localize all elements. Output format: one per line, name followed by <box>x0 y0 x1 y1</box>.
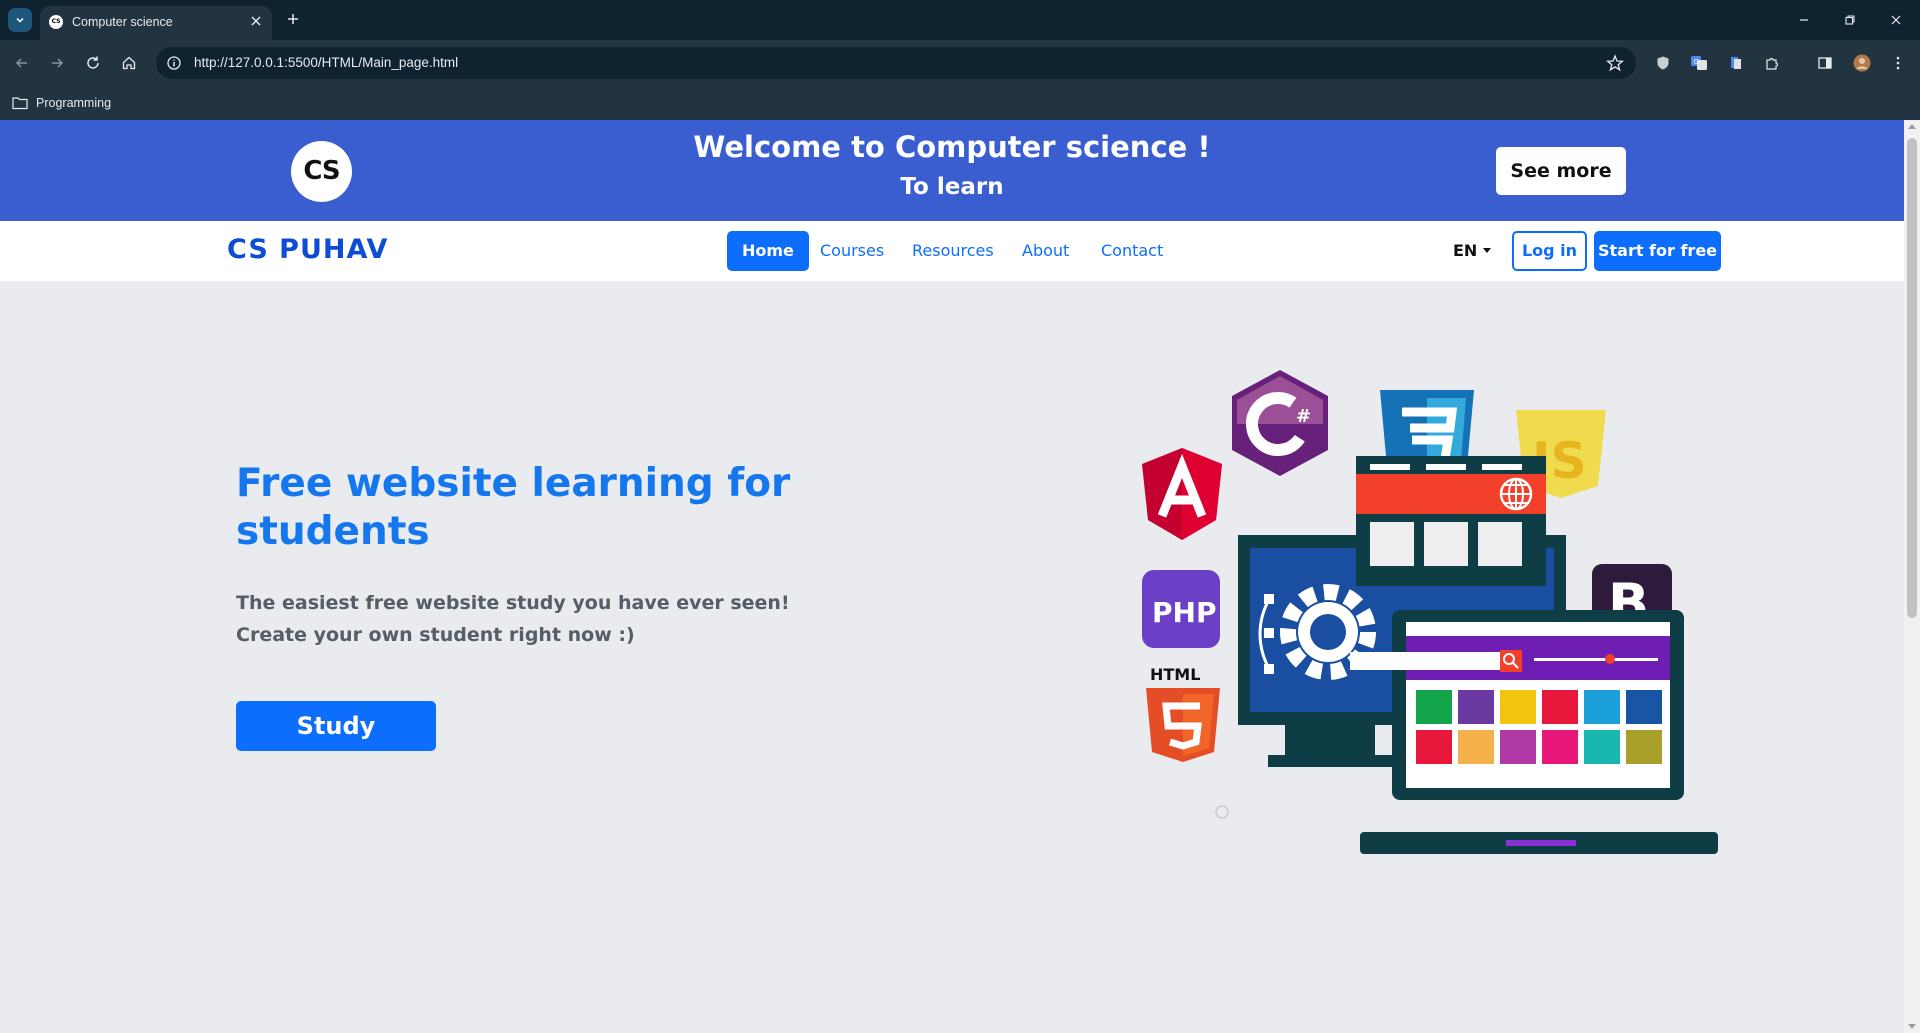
html5-logo-icon: HTML <box>1146 665 1220 762</box>
bookmark-folder-programming[interactable]: Programming <box>12 93 111 113</box>
login-button[interactable]: Log in <box>1512 231 1587 271</box>
browser-tab[interactable]: CS Computer science <box>40 6 272 40</box>
csharp-logo-icon: # <box>1232 370 1328 476</box>
see-more-button[interactable]: See more <box>1496 147 1626 195</box>
caret-down-icon <box>1483 248 1492 253</box>
bookmarks-bar: Programming <box>0 86 1920 120</box>
start-for-free-button[interactable]: Start for free <box>1594 231 1721 271</box>
welcome-banner: CS Welcome to Computer science ! To lear… <box>0 120 1904 221</box>
extension-translate-button[interactable]: G <box>1689 53 1709 73</box>
banner-subtitle: To learn <box>900 174 1004 200</box>
puzzle-icon <box>1766 57 1779 70</box>
brand-name[interactable]: CS PUHAV <box>227 234 388 265</box>
close-window-button[interactable] <box>1882 6 1910 34</box>
scrollbar-thumb[interactable] <box>1907 138 1917 618</box>
language-label: EN <box>1453 241 1478 260</box>
hero-title: Free website learning for students <box>236 461 791 554</box>
translate-icon: G <box>1691 56 1707 70</box>
globe-icon <box>1499 477 1533 511</box>
star-icon[interactable] <box>1606 54 1624 72</box>
close-icon <box>251 16 261 26</box>
page-scrollbar[interactable] <box>1904 120 1920 1033</box>
html-logo-text: HTML <box>1150 665 1200 684</box>
hero-line-1: The easiest free website study you have … <box>236 592 790 614</box>
minimize-button[interactable] <box>1790 6 1818 34</box>
study-button[interactable]: Study <box>236 701 436 751</box>
extension-docs-button[interactable] <box>1726 53 1746 73</box>
php-logo-icon: PHP <box>1142 570 1220 648</box>
hero-description: The easiest free website study you have … <box>236 587 796 651</box>
folder-icon <box>12 97 28 110</box>
tab-close-button[interactable] <box>248 13 264 29</box>
nav-item-home[interactable]: Home <box>727 231 809 271</box>
address-bar-url[interactable]: http://127.0.0.1:5500/HTML/Main_page.htm… <box>194 55 458 70</box>
restore-button[interactable] <box>1836 6 1864 34</box>
loading-ring-icon <box>1215 805 1229 819</box>
info-icon[interactable] <box>166 55 182 71</box>
plus-icon <box>288 14 298 24</box>
chevron-down-icon <box>16 17 24 23</box>
scroll-up-arrow-icon[interactable] <box>1908 124 1916 129</box>
profile-button[interactable] <box>1852 53 1872 73</box>
nav-item-contact[interactable]: Contact <box>1086 231 1178 271</box>
browser-tab-strip: CS Computer science <box>0 0 1920 40</box>
nav-item-courses[interactable]: Courses <box>805 231 899 271</box>
extensions-button[interactable] <box>1762 53 1782 73</box>
language-dropdown[interactable]: EN <box>1453 241 1492 260</box>
banner-title: Welcome to Computer science ! <box>693 130 1211 164</box>
extension-shield-button[interactable] <box>1653 53 1673 73</box>
side-panel-button[interactable] <box>1815 53 1835 73</box>
reload-button[interactable] <box>79 49 107 77</box>
bookmark-label: Programming <box>36 96 112 110</box>
nav-item-resources[interactable]: Resources <box>897 231 1009 271</box>
main-navbar: CS PUHAV Home Courses Resources About Co… <box>0 221 1904 281</box>
arrow-right-icon <box>52 58 64 68</box>
browser-window-graphic <box>1356 456 1546 586</box>
browser-toolbar: http://127.0.0.1:5500/HTML/Main_page.htm… <box>0 40 1920 86</box>
kebab-menu-icon <box>1896 56 1900 70</box>
tab-title: Computer science <box>72 15 173 29</box>
side-panel-icon <box>1818 57 1832 69</box>
php-logo-text: PHP <box>1152 596 1216 629</box>
new-tab-button[interactable] <box>282 8 304 30</box>
minimize-icon <box>1800 19 1808 21</box>
svg-text:G: G <box>1694 58 1699 66</box>
document-icon <box>1731 57 1741 69</box>
tab-favicon: CS <box>49 15 63 29</box>
nav-item-about[interactable]: About <box>1007 231 1084 271</box>
reload-icon <box>87 56 99 69</box>
web-technologies-illustration: # JS PHP HTML B <box>1142 370 1718 854</box>
page-viewport: CS Welcome to Computer science ! To lear… <box>0 120 1904 1033</box>
forward-button[interactable] <box>43 49 71 77</box>
svg-text:#: # <box>1296 406 1311 427</box>
restore-icon <box>1845 15 1855 25</box>
back-button[interactable] <box>8 49 36 77</box>
home-button[interactable] <box>115 49 143 77</box>
hero-line-2: Create your own student right now :) <box>236 624 635 646</box>
site-logo[interactable]: CS <box>291 141 352 202</box>
angular-logo-icon <box>1142 448 1222 540</box>
arrow-left-icon <box>15 58 27 68</box>
shield-icon <box>1657 56 1669 70</box>
close-icon <box>1891 15 1901 25</box>
tab-search-button[interactable] <box>8 8 32 32</box>
avatar-icon <box>1853 54 1871 72</box>
scroll-down-arrow-icon[interactable] <box>1908 1024 1916 1029</box>
browser-menu-button[interactable] <box>1888 53 1908 73</box>
address-bar[interactable]: http://127.0.0.1:5500/HTML/Main_page.htm… <box>156 47 1636 79</box>
home-icon <box>122 56 136 70</box>
